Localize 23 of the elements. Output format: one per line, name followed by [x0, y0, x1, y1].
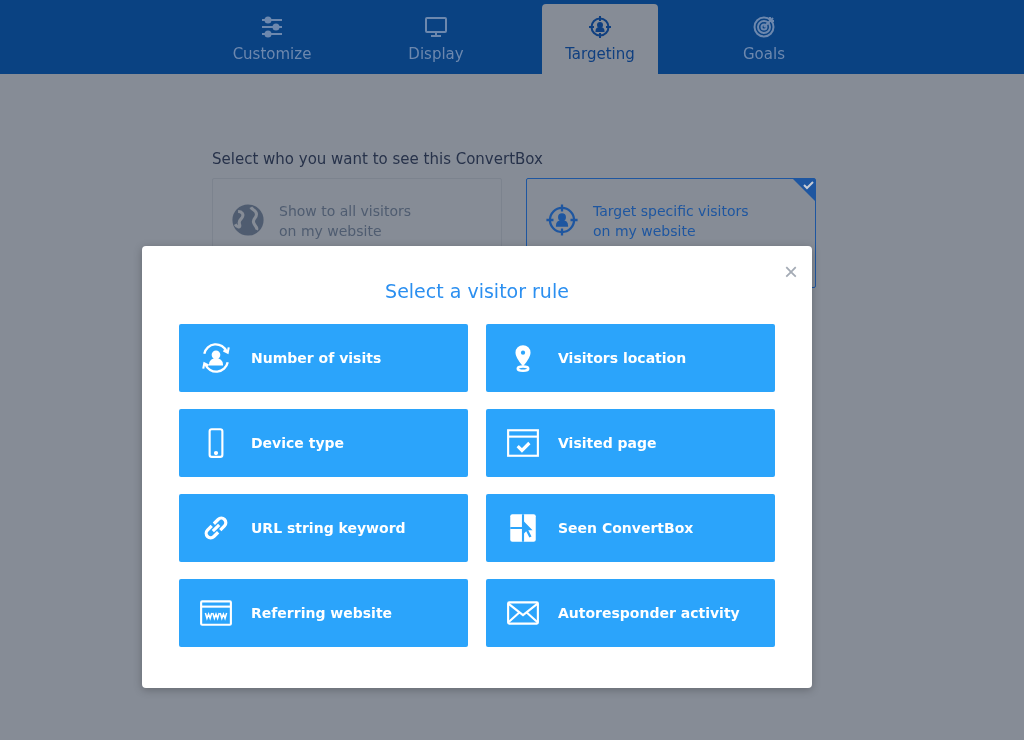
nav-tab[interactable]: Display: [378, 4, 494, 74]
rule-button[interactable]: Visited page: [486, 409, 775, 477]
globe-icon: [231, 203, 265, 237]
nav-tab[interactable]: Customize: [214, 4, 330, 74]
monitor-icon: [424, 15, 448, 39]
rule-button[interactable]: Visitors location: [486, 324, 775, 392]
sliders-icon: [260, 15, 284, 39]
browser-check-icon: [506, 426, 540, 460]
nav-tab[interactable]: Targeting: [542, 4, 658, 74]
target-person-icon: [588, 15, 612, 39]
rule-button[interactable]: Device type: [179, 409, 468, 477]
person-cycle-icon: [199, 341, 233, 375]
rule-button[interactable]: Referring website: [179, 579, 468, 647]
rule-button[interactable]: URL string keyword: [179, 494, 468, 562]
option-label: Target specific visitors on my website: [593, 202, 749, 241]
rule-button[interactable]: Number of visits: [179, 324, 468, 392]
nav-tab[interactable]: Goals: [706, 4, 822, 74]
section-heading: Select who you want to see this ConvertBox: [212, 150, 544, 168]
rule-button[interactable]: Seen ConvertBox: [486, 494, 775, 562]
close-button[interactable]: ×: [782, 260, 800, 284]
selected-check-icon: [793, 179, 815, 201]
rule-button[interactable]: Autoresponder activity: [486, 579, 775, 647]
target-person-icon: [545, 203, 579, 237]
